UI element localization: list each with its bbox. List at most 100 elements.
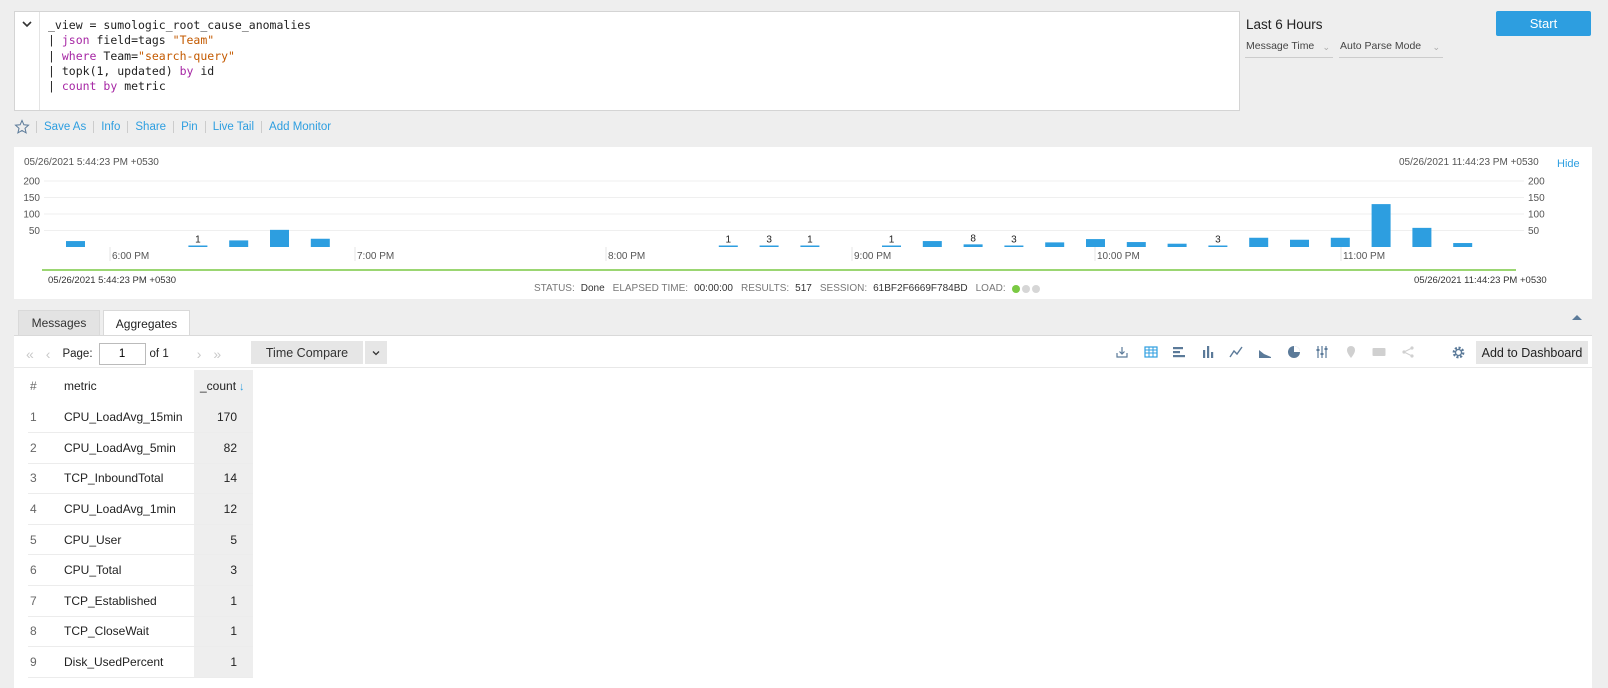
pie-chart-icon[interactable] (1286, 344, 1302, 360)
chevron-down-icon (22, 21, 32, 28)
time-compare-button[interactable]: Time Compare (251, 341, 363, 364)
histogram-bar[interactable] (759, 245, 779, 248)
metric-cell: Disk_UsedPercent (62, 646, 194, 678)
next-page-icon[interactable]: › (197, 346, 202, 362)
histogram-bar[interactable] (270, 229, 289, 247)
status-value: Done (580, 283, 605, 294)
histogram-bar[interactable] (1167, 243, 1187, 247)
histogram-bar[interactable] (1004, 245, 1024, 248)
count-cell: 5 (194, 524, 253, 556)
bar-value-label: 3 (1011, 235, 1017, 246)
x-tick-label: 9:00 PM (854, 251, 891, 262)
aggregates-table: # metric _count ↓ 1 CPU_LoadAvg_15min 170 2 C… (28, 370, 253, 678)
collapse-panel-icon[interactable] (1571, 312, 1583, 322)
histogram-bar[interactable] (882, 245, 901, 248)
column-chart-icon[interactable] (1200, 344, 1216, 360)
column-header-count[interactable]: _count ↓ (194, 370, 253, 402)
add-monitor-link[interactable]: Add Monitor (261, 121, 338, 133)
table-row[interactable]: 3 TCP_InboundTotal 14 (28, 463, 253, 495)
histogram-bar[interactable] (1045, 242, 1065, 247)
tab-aggregates[interactable]: Aggregates (103, 310, 190, 336)
y-tick-label: 200 (23, 177, 40, 188)
pin-link[interactable]: Pin (173, 121, 205, 133)
page-input[interactable] (98, 343, 146, 365)
start-button[interactable]: Start (1496, 11, 1591, 36)
histogram-bar[interactable] (1371, 204, 1391, 247)
query-editor[interactable]: _view = sumologic_root_cause_anomalies |… (14, 11, 1240, 111)
query-line-1: _view = sumologic_root_cause_anomalies (48, 18, 312, 32)
info-link[interactable]: Info (93, 121, 127, 133)
share-link[interactable]: Share (127, 121, 173, 133)
bar-value-label: 3 (766, 235, 772, 246)
histogram-bar[interactable] (1290, 239, 1309, 247)
chevron-down-icon: ⌄ (1322, 42, 1330, 52)
parse-mode-select[interactable]: Auto Parse Mode ⌄ (1339, 40, 1443, 58)
count-cell: 82 (194, 432, 253, 464)
star-icon[interactable] (14, 119, 30, 135)
gear-icon[interactable] (1451, 345, 1466, 360)
histogram-bar[interactable] (229, 240, 249, 247)
add-to-dashboard-button[interactable]: Add to Dashboard (1476, 341, 1588, 364)
y-tick-label: 50 (1528, 226, 1540, 237)
histogram-bar[interactable] (718, 245, 738, 248)
message-time-select[interactable]: Message Time ⌄ (1245, 40, 1333, 58)
row-index: 6 (28, 554, 62, 587)
query-text[interactable]: _view = sumologic_root_cause_anomalies |… (48, 18, 311, 94)
histogram-bar[interactable] (1086, 239, 1105, 247)
column-header-metric[interactable]: metric (62, 370, 194, 402)
table-row[interactable]: 8 TCP_CloseWait 1 (28, 616, 253, 648)
histogram-bar[interactable] (922, 241, 942, 247)
results-toolbar: « ‹ Page: of 1 › » Time Compare Add to D… (14, 336, 1592, 368)
graph-icon[interactable] (1400, 344, 1416, 360)
row-index: 1 (28, 402, 62, 434)
table-row[interactable]: 1 CPU_LoadAvg_15min 170 (28, 402, 253, 434)
metric-cell: TCP_Established (62, 585, 194, 617)
save-as-link[interactable]: Save As (36, 121, 93, 133)
table-row[interactable]: 7 TCP_Established 1 (28, 585, 253, 617)
load-dot-icon (1011, 284, 1020, 293)
histogram-bar[interactable] (1330, 237, 1350, 247)
table-row[interactable]: 6 CPU_Total 3 (28, 554, 253, 587)
histogram-bar[interactable] (1249, 237, 1269, 247)
first-page-icon[interactable]: « (26, 346, 34, 362)
histogram-bar[interactable] (1453, 243, 1473, 247)
time-range-picker[interactable]: Last 6 Hours (1246, 17, 1323, 32)
table-row[interactable]: 2 CPU_LoadAvg_5min 82 (28, 432, 253, 464)
histogram-bar[interactable] (66, 241, 85, 247)
table-row[interactable]: 9 Disk_UsedPercent 1 (28, 646, 253, 678)
aggregates-panel: « ‹ Page: of 1 › » Time Compare Add to D… (14, 335, 1592, 688)
bar-value-label: 1 (195, 235, 201, 246)
axis-end-time: 05/26/2021 11:44:23 PM +0530 (1414, 275, 1547, 286)
sliders-icon[interactable] (1314, 344, 1330, 360)
prev-page-icon[interactable]: ‹ (46, 346, 51, 362)
histogram-bar[interactable] (800, 245, 820, 248)
metric-cell: TCP_InboundTotal (62, 463, 194, 495)
histogram-bar[interactable] (1208, 245, 1228, 248)
line-chart-icon[interactable] (1228, 344, 1244, 360)
histogram-chart[interactable]: 200 200 150 150 100 100 50 50 6:00 PM 7:00 PM 8:00… (14, 147, 1592, 287)
histogram-bar[interactable] (963, 244, 983, 247)
collapse-query-button[interactable] (15, 12, 40, 110)
sort-desc-icon[interactable]: ↓ (239, 381, 245, 393)
table-row[interactable]: 5 CPU_User 5 (28, 524, 253, 556)
download-icon[interactable] (1114, 344, 1130, 360)
last-page-icon[interactable]: » (213, 346, 221, 362)
count-cell: 14 (194, 463, 253, 495)
histogram-bar[interactable] (1412, 227, 1432, 247)
histogram-bar[interactable] (188, 245, 208, 248)
column-header-index: # (30, 379, 37, 393)
bar-chart-icon[interactable] (1171, 344, 1187, 360)
single-value-icon[interactable] (1371, 344, 1387, 360)
table-row[interactable]: 4 CPU_LoadAvg_1min 12 (28, 493, 253, 525)
tab-messages[interactable]: Messages (18, 310, 100, 335)
table-icon[interactable] (1143, 344, 1159, 360)
time-compare-dropdown[interactable] (365, 341, 387, 364)
area-chart-icon[interactable] (1257, 344, 1273, 360)
histogram-bar[interactable] (1126, 242, 1146, 247)
live-tail-link[interactable]: Live Tail (204, 121, 261, 133)
session-value: 61BF2F6669F784BD (873, 283, 968, 294)
map-pin-icon[interactable] (1343, 344, 1359, 360)
histogram-bar[interactable] (310, 238, 330, 247)
chevron-down-icon (372, 350, 380, 355)
x-tick-label: 11:00 PM (1343, 251, 1385, 262)
